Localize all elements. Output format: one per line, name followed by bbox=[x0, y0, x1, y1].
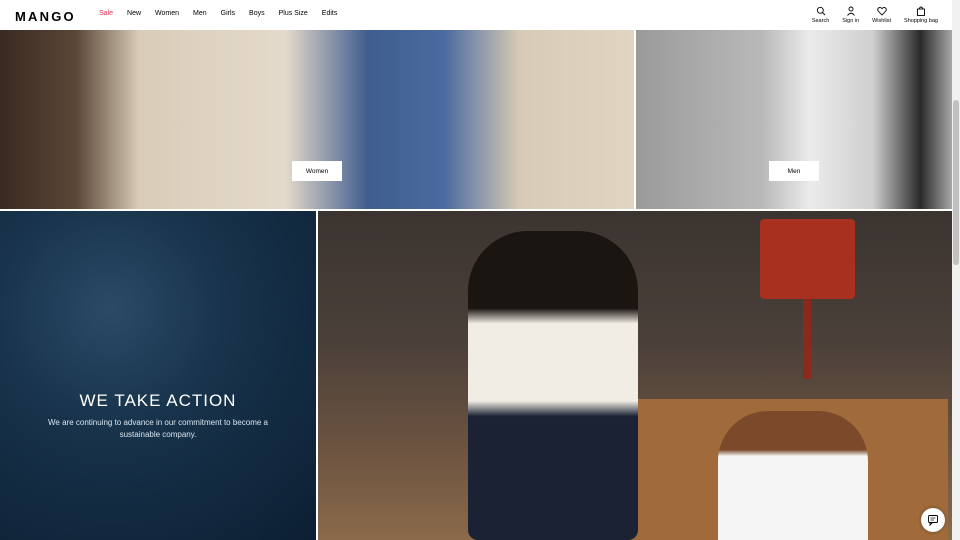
men-banner[interactable]: Men bbox=[636, 30, 952, 209]
nav-edits[interactable]: Edits bbox=[322, 10, 338, 17]
men-category-button[interactable]: Men bbox=[769, 161, 819, 181]
wishlist-button[interactable]: Wishlist bbox=[872, 6, 891, 24]
chat-button[interactable] bbox=[921, 508, 945, 532]
nav-new[interactable]: New bbox=[127, 10, 141, 17]
sign-in-label: Sign in bbox=[842, 18, 860, 24]
search-label: Search bbox=[811, 18, 830, 24]
nav-plus-size[interactable]: Plus Size bbox=[279, 10, 308, 17]
search-icon bbox=[816, 6, 825, 16]
site-header: MANGO Sale New Women Men Girls Boys Plus… bbox=[0, 0, 952, 30]
nav-men[interactable]: Men bbox=[193, 10, 207, 17]
nav-sale[interactable]: Sale bbox=[99, 10, 113, 17]
bag-icon bbox=[917, 6, 925, 16]
user-icon bbox=[846, 6, 855, 16]
page-scrollbar[interactable] bbox=[952, 0, 960, 540]
main-nav: Sale New Women Men Girls Boys Plus Size … bbox=[99, 10, 351, 17]
shopping-bag-button[interactable]: Shopping bag bbox=[904, 6, 938, 24]
wishlist-label: Wishlist bbox=[872, 18, 892, 24]
chat-icon bbox=[928, 515, 938, 526]
action-title: WE TAKE ACTION bbox=[79, 391, 237, 410]
nav-women[interactable]: Women bbox=[155, 10, 179, 17]
search-button[interactable]: Search bbox=[812, 6, 829, 24]
girl-figure bbox=[468, 231, 638, 540]
kids-banner[interactable] bbox=[318, 211, 952, 540]
action-description: We are continuing to advance in our comm… bbox=[48, 418, 268, 439]
heart-icon bbox=[876, 6, 887, 16]
nav-girls[interactable]: Girls bbox=[221, 10, 235, 17]
women-category-button[interactable]: Women bbox=[292, 161, 342, 181]
boy-figure bbox=[718, 411, 868, 540]
header-actions: Search Sign in Wishlist Shopping bag bbox=[812, 6, 938, 24]
mango-logo[interactable]: MANGO bbox=[15, 9, 76, 24]
nav-boys[interactable]: Boys bbox=[249, 10, 265, 17]
lamp-stand bbox=[803, 299, 811, 379]
lamp-shade bbox=[760, 219, 855, 299]
sustainability-banner[interactable]: WE TAKE ACTION We are continuing to adva… bbox=[0, 211, 316, 540]
scrollbar-thumb[interactable] bbox=[953, 100, 959, 265]
sign-in-button[interactable]: Sign in bbox=[842, 6, 859, 24]
women-banner[interactable]: Women bbox=[0, 30, 634, 209]
shopping-bag-label: Shopping bag bbox=[904, 18, 938, 24]
